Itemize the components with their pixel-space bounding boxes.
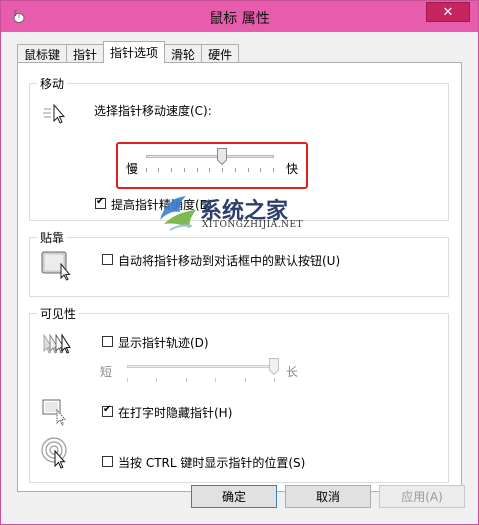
short-label: 短 [100, 365, 113, 379]
apply-button[interactable]: 应用(A) [379, 485, 465, 508]
trail-length-slider[interactable] [122, 356, 280, 388]
mouse-properties-window: 鼠标 属性 ✕ 鼠标键 指针 指针选项 滑轮 硬件 移动 选择指针移动速度(C)… [0, 0, 479, 525]
pointer-speed-label: 选择指针移动速度(C): [94, 104, 212, 118]
speed-slider-ticks [146, 168, 274, 173]
close-icon: ✕ [442, 4, 454, 20]
tab-pointer-options[interactable]: 指针选项 [103, 41, 166, 63]
watermark-subtitle: XITONGZHIJIA.NET [202, 220, 304, 230]
window-title: 鼠标 属性 [209, 11, 270, 27]
visibility-group-title: 可见性 [37, 305, 80, 322]
show-location-ctrl-label[interactable]: 当按 CTRL 键时显示指针的位置(S) [118, 454, 305, 471]
snap-to-default-label[interactable]: 自动将指针移动到对话框中的默认按钮(U) [118, 252, 340, 269]
tab-buttons[interactable]: 鼠标键 [17, 44, 68, 63]
snap-to-button-icon [41, 251, 71, 281]
pointer-speed-icon [43, 103, 66, 124]
title-bar: 鼠标 属性 ✕ [1, 1, 478, 32]
long-label: 长 [286, 365, 299, 379]
tab-hardware[interactable]: 硬件 [201, 44, 240, 63]
watermark-logo: 系统之家 XITONGZHIJIA.NET [156, 188, 326, 238]
cancel-button[interactable]: 取消 [285, 485, 371, 508]
hide-while-typing-checkbox[interactable] [102, 404, 113, 417]
slow-label: 慢 [126, 162, 139, 176]
enhance-precision-checkbox[interactable] [95, 196, 106, 209]
show-location-ctrl-checkbox[interactable] [102, 456, 113, 467]
watermark-emblem-icon [160, 196, 196, 231]
hide-while-typing-label[interactable]: 在打字时隐藏指针(H) [118, 404, 232, 421]
hide-while-typing-icon [42, 399, 66, 426]
show-location-ctrl-icon [41, 437, 67, 469]
pointer-speed-slider[interactable] [141, 146, 279, 182]
ok-button[interactable]: 确定 [191, 485, 277, 508]
speed-slider-track [146, 155, 274, 158]
fast-label: 快 [286, 162, 299, 176]
tab-wheel[interactable]: 滑轮 [164, 44, 203, 63]
trail-slider-track [127, 365, 275, 368]
pointer-options-panel: 移动 选择指针移动速度(C): 慢 快 ✔ 提高指针精确度(E) 贴靠 自动将指… [17, 62, 462, 492]
dialog-client-area: 鼠标键 指针 指针选项 滑轮 硬件 移动 选择指针移动速度(C): 慢 快 ✔ … [9, 32, 470, 518]
pointer-trails-icon [43, 333, 71, 354]
snap-group-title: 贴靠 [37, 229, 68, 246]
motion-group-title: 移动 [37, 75, 68, 92]
tab-pointers[interactable]: 指针 [66, 44, 105, 63]
speed-slider-thumb[interactable] [217, 148, 228, 165]
trail-slider-thumb[interactable] [269, 358, 279, 375]
pointer-trails-checkbox[interactable] [102, 336, 113, 347]
close-button[interactable]: ✕ [426, 2, 470, 22]
trail-slider-ticks [127, 378, 275, 383]
pointer-trails-label[interactable]: 显示指针轨迹(D) [118, 334, 209, 351]
tab-strip: 鼠标键 指针 指针选项 滑轮 硬件 [17, 41, 240, 63]
snap-to-default-checkbox[interactable] [102, 254, 113, 265]
